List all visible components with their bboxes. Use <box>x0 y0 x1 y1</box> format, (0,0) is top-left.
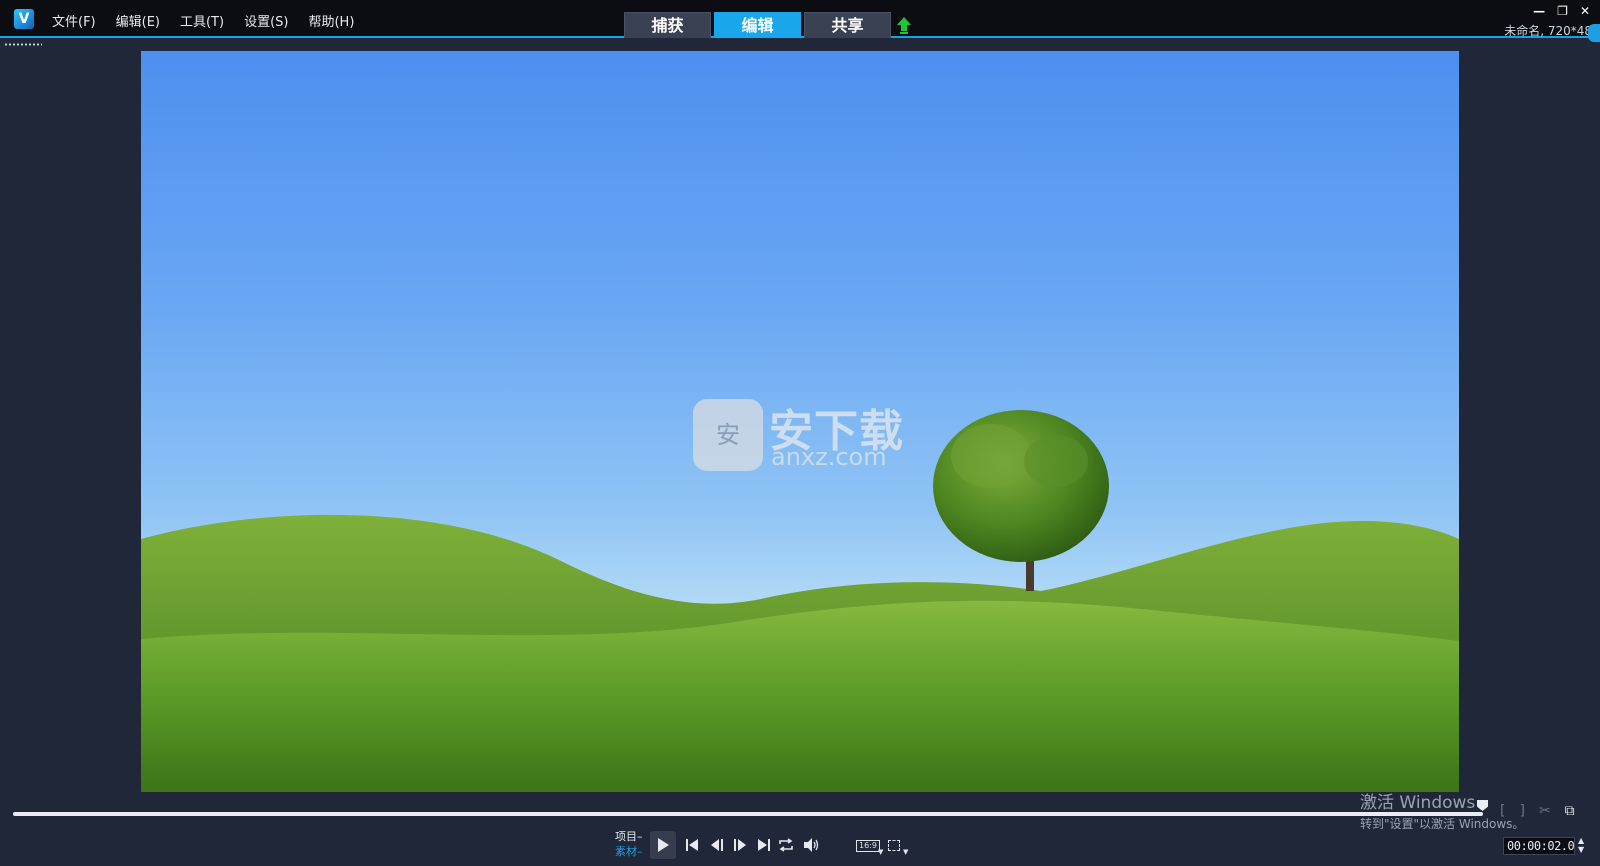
tab-edit[interactable]: 编辑 <box>714 12 801 38</box>
split-clip-icon[interactable]: ✂ <box>1539 803 1551 819</box>
menu-tools[interactable]: 工具(T) <box>180 11 224 30</box>
play-button[interactable] <box>650 831 676 859</box>
crop-tool-icon[interactable] <box>888 840 900 851</box>
corner-badge-icon[interactable] <box>1588 24 1600 42</box>
repeat-button[interactable] <box>777 836 795 854</box>
go-to-start-button[interactable] <box>683 836 701 854</box>
scrubber-track[interactable] <box>13 812 1483 816</box>
aspect-ratio-button[interactable]: 16:9 <box>856 840 880 852</box>
menu-settings[interactable]: 设置(S) <box>244 11 288 30</box>
repeat-icon <box>779 838 793 852</box>
menu-bar: 文件(F) 编辑(E) 工具(T) 设置(S) 帮助(H) <box>52 11 354 30</box>
crop-dropdown-icon[interactable]: ▼ <box>903 848 908 856</box>
volume-button[interactable] <box>802 836 820 854</box>
skip-end-icon <box>758 839 770 851</box>
menu-help[interactable]: 帮助(H) <box>308 11 354 30</box>
timecode-spinner-icon[interactable]: ▲ ▼ <box>1578 836 1584 854</box>
tab-share[interactable]: 共享 <box>804 12 891 38</box>
shield-icon: 安 <box>693 399 763 471</box>
preview-mode-switch: 项目– 素材– <box>615 829 643 859</box>
enlarge-preview-icon[interactable]: ⧉ <box>1565 803 1575 819</box>
activation-title: 激活 Windows <box>1360 793 1476 813</box>
app-logo-icon: V <box>14 9 34 29</box>
restore-button[interactable]: ❐ <box>1557 4 1568 18</box>
tab-capture[interactable]: 捕获 <box>624 12 711 38</box>
next-frame-button[interactable] <box>731 836 749 854</box>
aspect-dropdown-icon[interactable]: ▼ <box>878 848 883 856</box>
workspace-tabs: 捕获 编辑 共享 <box>624 12 891 38</box>
activation-hint: 转到"设置"以激活 Windows。 <box>1360 817 1525 831</box>
play-icon <box>658 838 669 852</box>
panel-grip-icon[interactable] <box>4 43 42 46</box>
tree-canopy <box>933 410 1109 562</box>
title-bar: V 文件(F) 编辑(E) 工具(T) 设置(S) 帮助(H) 捕获 编辑 共享… <box>0 0 1600 38</box>
previous-frame-button[interactable] <box>708 836 726 854</box>
window-controls: — ❐ ✕ <box>1533 4 1590 18</box>
watermark: 安 安下载 anxz.com <box>693 391 913 481</box>
skip-start-icon <box>686 839 698 851</box>
close-button[interactable]: ✕ <box>1580 4 1590 18</box>
watermark-url: anxz.com <box>771 443 887 471</box>
mode-clip[interactable]: 素材– <box>615 844 643 859</box>
preview-window[interactable]: 安 安下载 anxz.com <box>141 51 1459 792</box>
project-info: 未命名, 720*48 <box>1504 24 1592 38</box>
next-frame-icon <box>734 839 746 851</box>
timecode-display[interactable]: 00:00:02.029 <box>1503 837 1575 855</box>
menu-file[interactable]: 文件(F) <box>52 11 96 30</box>
go-to-end-button[interactable] <box>755 836 773 854</box>
menu-edit[interactable]: 编辑(E) <box>116 11 160 30</box>
upload-arrow-icon[interactable] <box>896 16 912 34</box>
previous-frame-icon <box>711 839 723 851</box>
windows-activation-notice: 激活 Windows 转到"设置"以激活 Windows。 <box>1360 788 1524 832</box>
mode-project[interactable]: 项目– <box>615 829 643 844</box>
minimize-button[interactable]: — <box>1533 4 1545 18</box>
volume-icon <box>804 838 819 852</box>
